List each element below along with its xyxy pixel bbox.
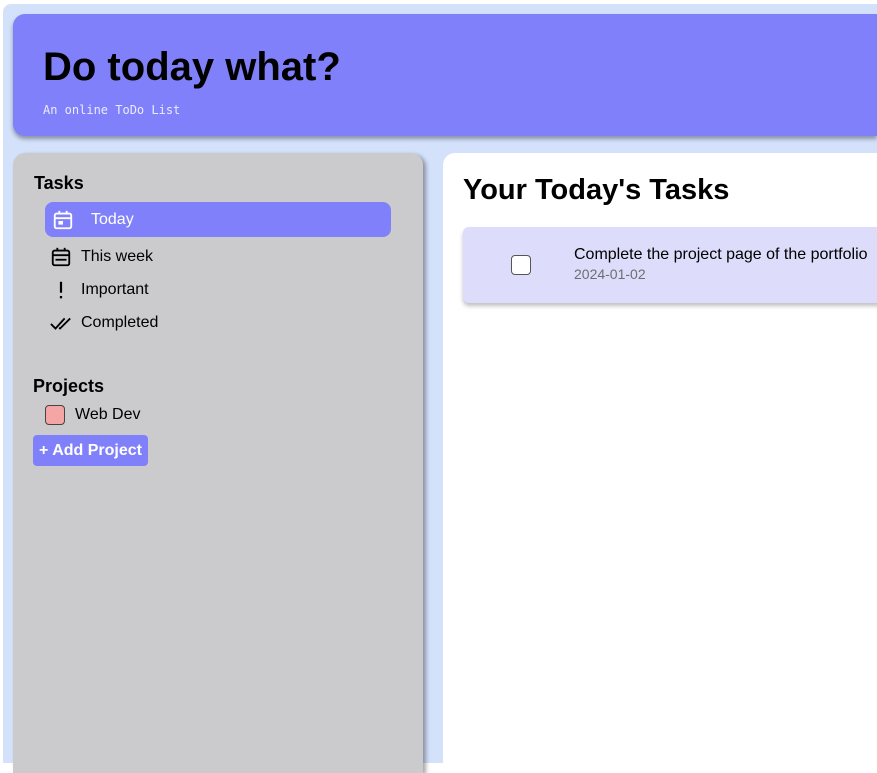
main-panel: Your Today's Tasks Complete the project … xyxy=(443,153,877,773)
double-check-icon xyxy=(49,311,73,335)
task-title: Complete the project page of the portfol… xyxy=(574,246,868,263)
calendar-today-icon xyxy=(51,208,75,232)
tasks-section-title: Tasks xyxy=(34,173,84,193)
projects-section-title: Projects xyxy=(33,376,105,396)
sidebar-item-completed[interactable]: Completed xyxy=(45,305,391,340)
sidebar-item-this-week[interactable]: This week xyxy=(45,239,391,274)
app-header: Do today what? An online ToDo List xyxy=(13,14,877,136)
task-date: 2024-01-02 xyxy=(574,266,646,282)
sidebar-item-label: Important xyxy=(81,280,149,298)
task-checkbox[interactable] xyxy=(511,255,531,275)
project-item-label: Web Dev xyxy=(75,406,141,423)
sidebar-item-label: Today xyxy=(91,210,134,228)
sidebar-item-label: This week xyxy=(81,247,154,265)
task-card[interactable]: Complete the project page of the portfol… xyxy=(463,227,877,303)
sidebar: Tasks Today This week Important Complete… xyxy=(13,153,423,773)
project-item-web-dev[interactable]: Web Dev xyxy=(45,403,141,427)
page-title: Your Today's Tasks xyxy=(463,174,730,206)
calendar-week-icon xyxy=(49,245,73,269)
app-subtitle: An online ToDo List xyxy=(43,103,181,117)
sidebar-item-important[interactable]: Important xyxy=(45,272,391,307)
app-title: Do today what? xyxy=(43,45,341,89)
sidebar-item-label: Completed xyxy=(81,313,159,331)
sidebar-item-today[interactable]: Today xyxy=(45,202,391,237)
add-project-button[interactable]: + Add Project xyxy=(33,435,148,466)
exclamation-icon xyxy=(49,278,73,302)
project-color-swatch xyxy=(45,405,65,425)
